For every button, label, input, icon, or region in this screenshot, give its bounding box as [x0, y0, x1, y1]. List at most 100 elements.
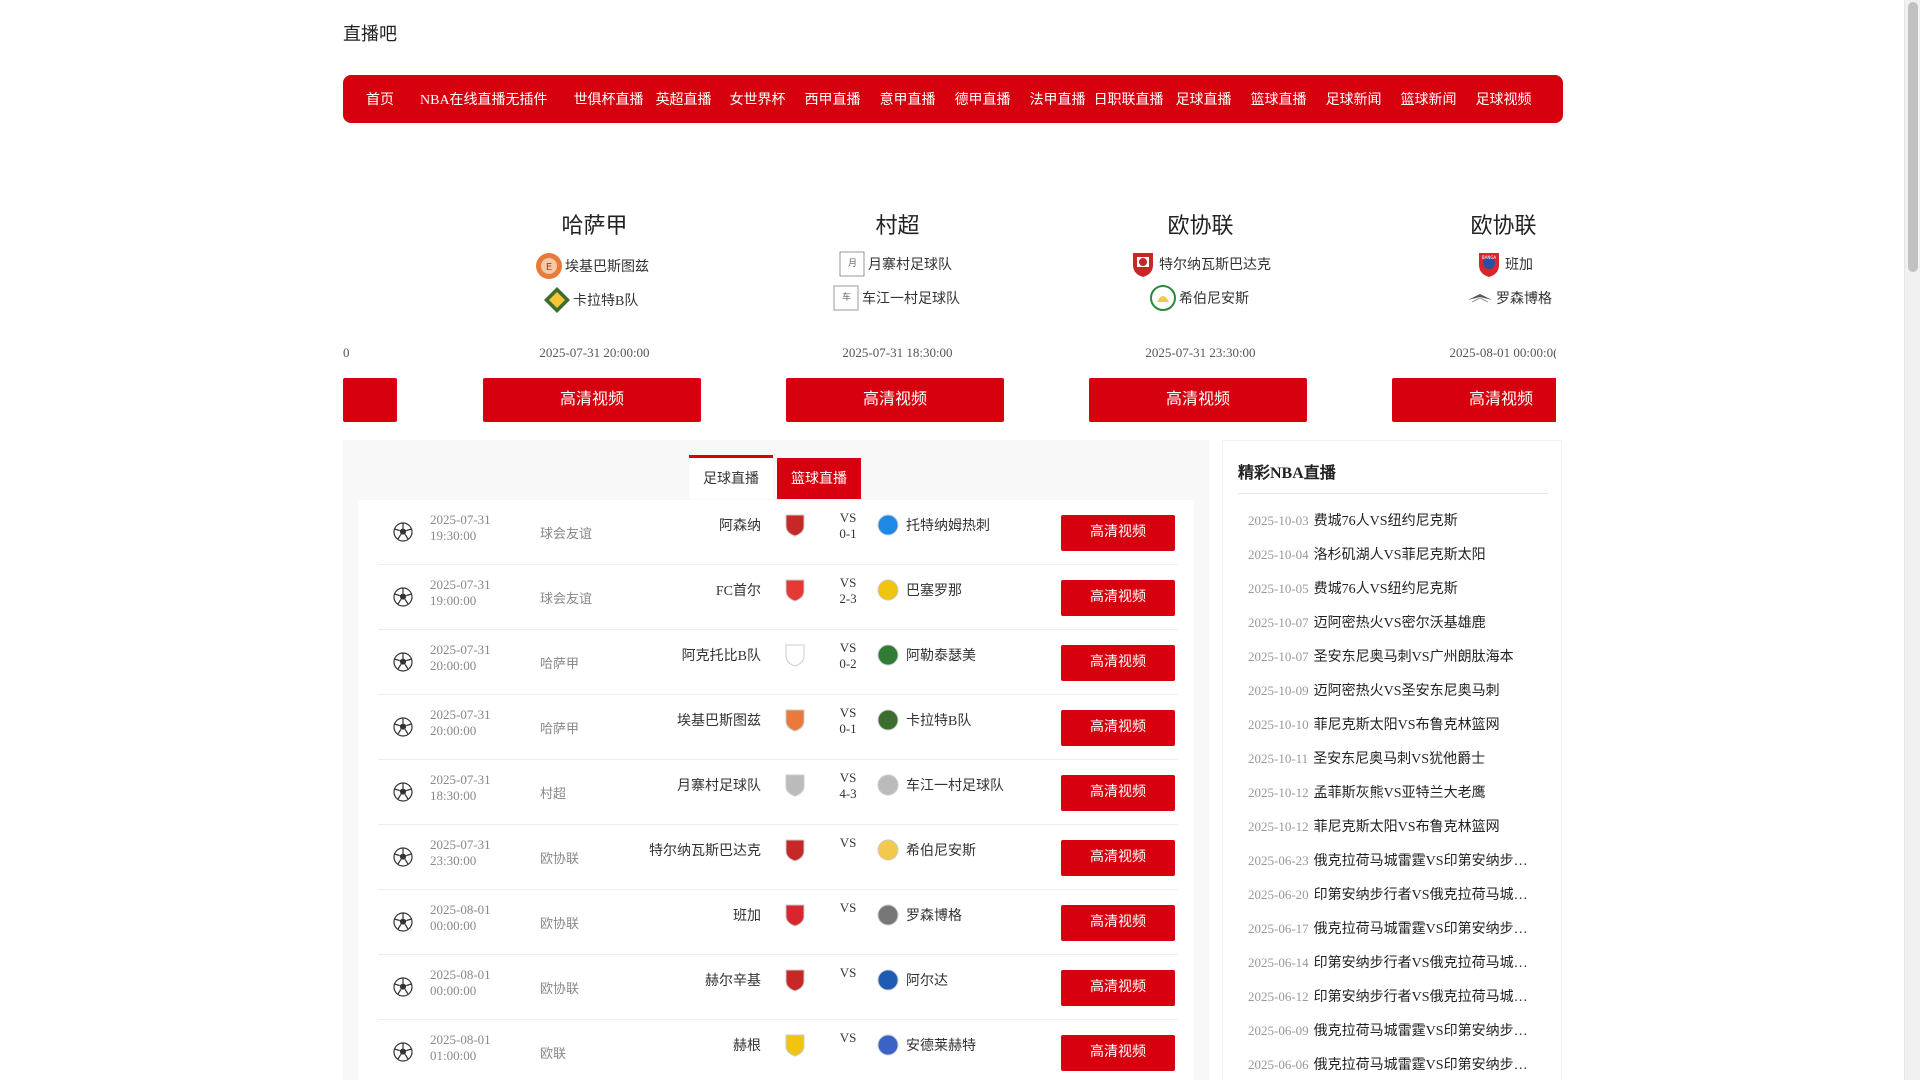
hd-video-button[interactable]: 高清视频	[1061, 905, 1175, 941]
slide-video-button[interactable]: 高清视频	[1089, 378, 1307, 422]
hd-video-button[interactable]: 高清视频	[1061, 1035, 1175, 1071]
slide-away-team[interactable]: 卡拉特B队	[543, 286, 638, 314]
match-league[interactable]: 欧联	[540, 1043, 566, 1062]
home-team-name[interactable]: FC首尔	[716, 580, 761, 600]
away-team-name[interactable]: 托特纳姆热刺	[906, 515, 990, 535]
item-title[interactable]: 印第安纳步行者VS俄克拉荷马城…	[1314, 956, 1528, 971]
away-team-name[interactable]: 希伯尼安斯	[906, 840, 976, 860]
hd-video-button[interactable]: 高清视频	[1061, 515, 1175, 551]
site-title[interactable]: 直播吧	[343, 20, 397, 46]
match-league[interactable]: 欧协联	[540, 913, 579, 932]
away-team-name[interactable]: 安德莱赫特	[906, 1035, 976, 1055]
slide-away-team[interactable]: 罗森博格	[1466, 284, 1552, 312]
nav-item-home[interactable]: 首页	[366, 89, 394, 109]
home-team-name[interactable]: 特尔纳瓦斯巴达克	[649, 840, 761, 860]
home-team-name[interactable]: 埃基巴斯图兹	[677, 710, 761, 730]
hd-video-button[interactable]: 高清视频	[1061, 970, 1175, 1006]
home-team-name[interactable]: 月寨村足球队	[677, 775, 761, 795]
list-item[interactable]: 2025-10-10 菲尼克斯太阳VS布鲁克林篮网	[1248, 708, 1558, 742]
list-item[interactable]: 2025-06-14 印第安纳步行者VS俄克拉荷马城…	[1248, 946, 1558, 980]
item-title[interactable]: 费城76人VS纽约尼克斯	[1314, 582, 1458, 597]
nav-item-ligue-1[interactable]: 法甲直播	[1030, 89, 1086, 109]
nav-item-bundesliga[interactable]: 德甲直播	[955, 89, 1011, 109]
list-item[interactable]: 2025-06-20 印第安纳步行者VS俄克拉荷马城…	[1248, 878, 1558, 912]
item-title[interactable]: 圣安东尼奥马刺VS广州朗肽海本	[1314, 650, 1514, 665]
tab-football[interactable]: 足球直播	[689, 455, 773, 499]
hd-video-button[interactable]: 高清视频	[1061, 580, 1175, 616]
list-item[interactable]: 2025-06-12 印第安纳步行者VS俄克拉荷马城…	[1248, 980, 1558, 1014]
home-team-name[interactable]: 阿森纳	[719, 515, 761, 535]
list-item[interactable]: 2025-10-12 孟菲斯灰熊VS亚特兰大老鹰	[1248, 776, 1558, 810]
slide-home-team[interactable]: E 埃基巴斯图兹	[535, 252, 649, 280]
list-item[interactable]: 2025-10-07 圣安东尼奥马刺VS广州朗肽海本	[1248, 640, 1558, 674]
nav-item-premier-league[interactable]: 英超直播	[656, 89, 712, 109]
list-item[interactable]: 2025-10-12 菲尼克斯太阳VS布鲁克林篮网	[1248, 810, 1558, 844]
hd-video-button[interactable]: 高清视频	[1061, 840, 1175, 876]
away-team-name[interactable]: 阿尔达	[906, 970, 948, 990]
slide-away-team[interactable]: 希伯尼安斯	[1149, 284, 1249, 312]
scrollbar-thumb[interactable]	[1908, 2, 1918, 272]
nav-item-basketball-news[interactable]: 篮球新闻	[1401, 89, 1457, 109]
page-scrollbar[interactable]	[1904, 0, 1920, 1080]
away-team-name[interactable]: 车江一村足球队	[906, 775, 1004, 795]
nav-item-club-world-cup[interactable]: 世俱杯直播	[574, 89, 644, 109]
item-title[interactable]: 俄克拉荷马城雷霆VS印第安纳步…	[1314, 922, 1528, 937]
away-team-name[interactable]: 卡拉特B队	[906, 710, 971, 730]
away-team-name[interactable]: 巴塞罗那	[906, 580, 962, 600]
match-league[interactable]: 欧协联	[540, 978, 579, 997]
home-team-name[interactable]: 赫尔辛基	[705, 970, 761, 990]
item-title[interactable]: 俄克拉荷马城雷霆VS印第安纳步…	[1314, 1058, 1528, 1073]
item-title[interactable]: 圣安东尼奥马刺VS犹他爵士	[1313, 752, 1485, 767]
nav-item-la-liga[interactable]: 西甲直播	[805, 89, 861, 109]
item-title[interactable]: 孟菲斯灰熊VS亚特兰大老鹰	[1314, 786, 1486, 801]
list-item[interactable]: 2025-10-07 迈阿密热火VS密尔沃基雄鹿	[1248, 606, 1558, 640]
list-item[interactable]: 2025-10-03 费城76人VS纽约尼克斯	[1248, 504, 1558, 538]
list-item[interactable]: 2025-10-05 费城76人VS纽约尼克斯	[1248, 572, 1558, 606]
nav-item-nba-live[interactable]: NBA在线直播无插件	[420, 89, 548, 109]
item-title[interactable]: 洛杉矶湖人VS菲尼克斯太阳	[1314, 548, 1486, 563]
list-item[interactable]: 2025-06-17 俄克拉荷马城雷霆VS印第安纳步…	[1248, 912, 1558, 946]
list-item[interactable]: 2025-06-23 俄克拉荷马城雷霆VS印第安纳步…	[1248, 844, 1558, 878]
item-title[interactable]: 俄克拉荷马城雷霆VS印第安纳步…	[1314, 1024, 1528, 1039]
home-team-name[interactable]: 阿克托比B队	[682, 645, 761, 665]
match-league[interactable]: 哈萨甲	[540, 653, 579, 672]
hd-video-button[interactable]: 高清视频	[1061, 645, 1175, 681]
item-title[interactable]: 印第安纳步行者VS俄克拉荷马城…	[1314, 990, 1528, 1005]
nav-item-basketball-live[interactable]: 篮球直播	[1251, 89, 1307, 109]
item-title[interactable]: 费城76人VS纽约尼克斯	[1314, 514, 1458, 529]
slide-video-button[interactable]	[343, 378, 397, 422]
home-team-name[interactable]: 班加	[733, 905, 761, 925]
nav-item-j-league[interactable]: 日职联直播	[1094, 89, 1164, 109]
list-item[interactable]: 2025-10-11 圣安东尼奥马刺VS犹他爵士	[1248, 742, 1558, 776]
item-title[interactable]: 迈阿密热火VS圣安东尼奥马刺	[1314, 684, 1500, 699]
slide-video-button[interactable]: 高清视频	[483, 378, 701, 422]
away-team-name[interactable]: 罗森博格	[906, 905, 962, 925]
list-item[interactable]: 2025-10-04 洛杉矶湖人VS菲尼克斯太阳	[1248, 538, 1558, 572]
slide-home-team[interactable]: 特尔纳瓦斯巴达克	[1129, 250, 1271, 278]
slide-home-team[interactable]: 月 月寨村足球队	[838, 250, 952, 278]
item-title[interactable]: 菲尼克斯太阳VS布鲁克林篮网	[1314, 820, 1500, 835]
match-league[interactable]: 村超	[540, 783, 566, 802]
nav-item-football-news[interactable]: 足球新闻	[1326, 89, 1382, 109]
list-item[interactable]: 2025-10-09 迈阿密热火VS圣安东尼奥马刺	[1248, 674, 1558, 708]
slide-away-team[interactable]: 车 车江一村足球队	[832, 284, 960, 312]
away-team-name[interactable]: 阿勒泰瑟美	[906, 645, 976, 665]
slide-video-button[interactable]: 高清视频	[1392, 378, 1556, 422]
nav-item-football-video[interactable]: 足球视频	[1476, 89, 1532, 109]
list-item[interactable]: 2025-06-09 俄克拉荷马城雷霆VS印第安纳步…	[1248, 1014, 1558, 1048]
item-title[interactable]: 迈阿密热火VS密尔沃基雄鹿	[1314, 616, 1486, 631]
match-league[interactable]: 哈萨甲	[540, 718, 579, 737]
slide-video-button[interactable]: 高清视频	[786, 378, 1004, 422]
slide-home-team[interactable]: BANGA 班加	[1475, 250, 1533, 278]
item-title[interactable]: 俄克拉荷马城雷霆VS印第安纳步…	[1314, 854, 1528, 869]
hd-video-button[interactable]: 高清视频	[1061, 775, 1175, 811]
nav-item-serie-a[interactable]: 意甲直播	[880, 89, 936, 109]
list-item[interactable]: 2025-06-06 俄克拉荷马城雷霆VS印第安纳步…	[1248, 1048, 1558, 1080]
item-title[interactable]: 菲尼克斯太阳VS布鲁克林篮网	[1314, 718, 1500, 733]
match-league[interactable]: 球会友谊	[540, 588, 592, 607]
home-team-name[interactable]: 赫根	[733, 1035, 761, 1055]
item-title[interactable]: 印第安纳步行者VS俄克拉荷马城…	[1314, 888, 1528, 903]
tab-basketball[interactable]: 篮球直播	[777, 458, 861, 499]
hd-video-button[interactable]: 高清视频	[1061, 710, 1175, 746]
match-league[interactable]: 欧协联	[540, 848, 579, 867]
